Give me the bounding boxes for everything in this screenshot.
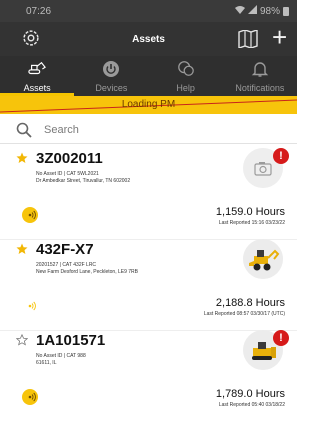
battery-percent: 98% [259,5,280,17]
asset-name: 3Z002011 [36,150,103,167]
search-input[interactable] [44,121,284,139]
map-book-icon[interactable] [238,30,258,48]
star-filled-icon[interactable] [16,152,28,164]
tab-help[interactable]: Help [149,56,223,96]
asset-id-model: No Asset ID | CAT 5WL2021 [36,171,99,177]
search-icon [16,122,32,138]
backhoe-loader-image [243,239,283,279]
tab-devices[interactable]: Devices [74,56,148,96]
asset-location: 61611, IL [36,360,57,366]
loading-banner-text: Loading PM [121,99,176,110]
asset-last-reported: Last Reported 08:57 03/30/17 (UTC) [203,311,285,317]
chat-bubbles-icon [177,61,194,76]
asset-card[interactable]: 1A101571 No Asset ID | CAT 988 61611, IL… [0,330,297,421]
asset-hours: 1,789.0 Hours [215,388,285,400]
tab-assets-label: Assets [23,83,51,93]
asset-last-reported: Last Reported 05:40 03/18/22 [218,402,285,408]
asset-last-reported: Last Reported 15:16 03/23/22 [218,220,285,226]
alert-badge[interactable]: ! [273,148,289,164]
signal-status-icon [22,298,38,314]
signal-status-icon [22,389,38,405]
star-outline-icon[interactable] [16,334,28,346]
asset-photo[interactable] [243,239,283,279]
status-icons: 98% [234,5,289,17]
add-button[interactable]: + [272,24,287,50]
signal-status-icon [22,207,38,223]
battery-icon [283,6,289,16]
tab-notifications-label: Notifications [235,83,285,93]
excavator-icon [28,61,47,75]
bell-icon [251,62,269,77]
asset-location: Dr Ambedkar Street, Tiruvallur, TN 60200… [36,178,131,184]
asset-name: 1A101571 [36,332,106,349]
tab-notifications[interactable]: Notifications [223,56,297,96]
status-time: 07:26 [26,6,52,17]
asset-card[interactable]: 432F-X7 20201527 | CAT 432F LRC New Farm… [0,239,297,331]
app-bar: Assets + [0,22,297,56]
signal-icon [247,5,257,17]
alert-badge[interactable]: ! [273,330,289,346]
search-bar [0,116,297,144]
tab-help-label: Help [176,83,195,93]
tab-devices-label: Devices [95,83,128,93]
power-icon [103,61,120,77]
asset-hours: 1,159.0 Hours [215,206,285,218]
loading-banner: Loading PM [0,96,297,114]
status-bar: 07:26 98% [0,0,297,22]
wifi-icon [234,5,245,17]
asset-id-model: 20201527 | CAT 432F LRC [36,262,97,268]
tab-bar: Assets Devices Help Notifications [0,56,297,96]
star-filled-icon[interactable] [16,243,28,255]
asset-id-model: No Asset ID | CAT 988 [36,353,86,359]
asset-card[interactable]: 3Z002011 No Asset ID | CAT 5WL2021 Dr Am… [0,148,297,240]
asset-location: New Farm Desford Lane, Peckleton, LE9 7R… [36,269,138,275]
tab-assets[interactable]: Assets [0,56,75,96]
asset-name: 432F-X7 [36,241,94,258]
asset-hours: 2,188.8 Hours [215,297,285,309]
